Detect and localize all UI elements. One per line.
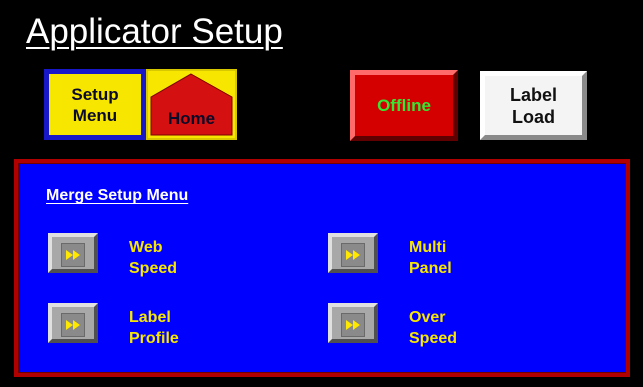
label-load-button[interactable]: Label Load	[480, 71, 587, 140]
fast-forward-icon	[341, 313, 365, 337]
setup-menu-label: Setup Menu	[71, 84, 119, 125]
web-speed-label: Web Speed	[129, 239, 178, 277]
label-profile-button[interactable]	[48, 303, 98, 343]
over-speed-label: Over Speed	[409, 309, 458, 347]
fast-forward-icon	[61, 243, 85, 267]
page-title: Applicator Setup	[26, 12, 283, 51]
label-profile-label: Label Profile	[129, 309, 179, 347]
home-label: Home	[167, 109, 216, 128]
fast-forward-icon	[61, 313, 85, 337]
over-speed-button[interactable]	[328, 303, 378, 343]
label-load-label: Label Load	[509, 84, 557, 127]
offline-button[interactable]: Offline	[350, 70, 458, 141]
merge-setup-panel: Merge Setup Menu Web Speed Multi Panel L…	[14, 159, 630, 377]
fast-forward-icon	[341, 243, 365, 267]
offline-label: Offline	[377, 95, 431, 115]
panel-title: Merge Setup Menu	[46, 187, 189, 204]
multi-panel-label: Multi Panel	[409, 239, 452, 277]
web-speed-button[interactable]	[48, 233, 98, 273]
setup-menu-button[interactable]: Setup Menu	[44, 69, 146, 140]
multi-panel-button[interactable]	[328, 233, 378, 273]
home-button[interactable]: Home	[146, 69, 237, 140]
